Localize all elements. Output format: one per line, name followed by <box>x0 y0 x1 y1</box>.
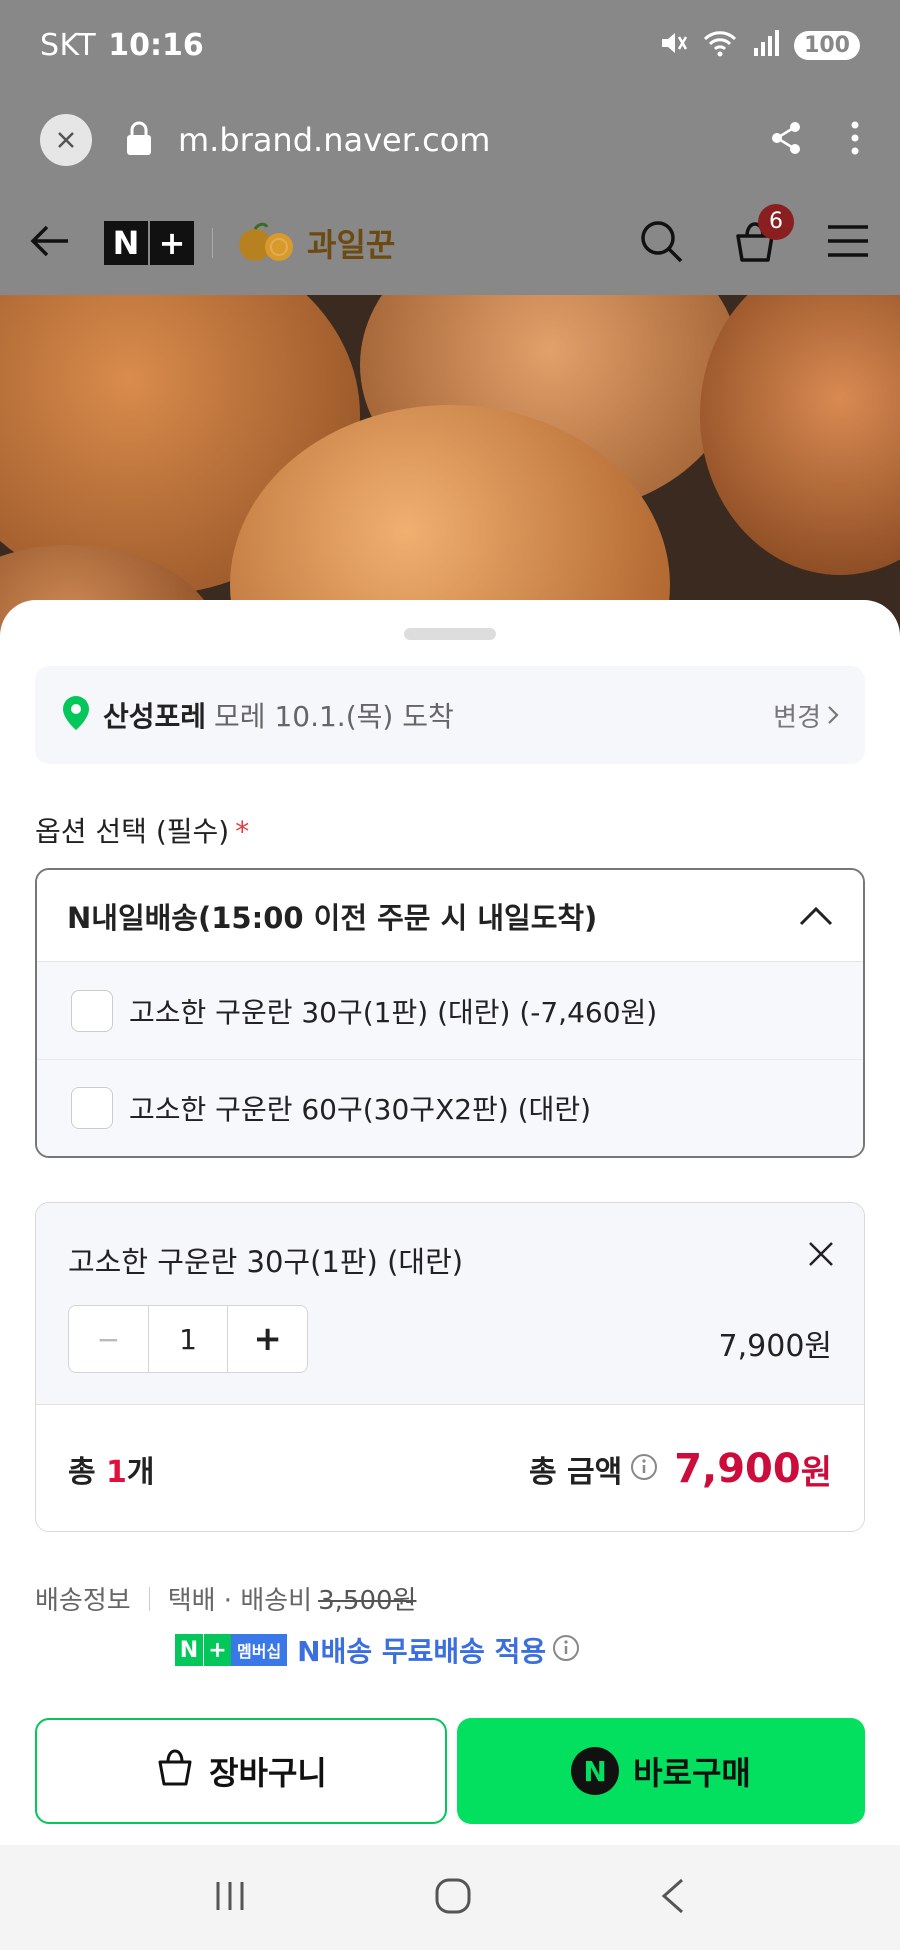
selected-option-card: 고소한 구운란 30구(1판) (대란) − 1 + 7,900원 총 1개 총… <box>35 1202 865 1532</box>
sheet-drag-handle[interactable] <box>404 628 496 640</box>
wifi-icon <box>702 28 738 62</box>
delivery-address-box: 산성포레 모레 10.1.(목) 도착 변경 <box>35 666 865 764</box>
status-bar: SKT 10:16 100 <box>0 0 900 90</box>
cart-button[interactable]: 6 <box>732 203 794 268</box>
nplus-logo-plus: + <box>150 220 194 265</box>
quantity-stepper: − 1 + <box>68 1305 308 1373</box>
clock: 10:16 <box>108 27 204 63</box>
product-hero-image <box>0 295 900 640</box>
site-header: N + 과일꾼 6 <box>0 190 900 295</box>
option-bottom-sheet: 산성포레 모레 10.1.(목) 도착 변경 옵션 선택 (필수) * N내일배송… <box>0 600 900 1845</box>
minus-icon: − <box>96 1322 121 1356</box>
action-buttons: 장바구니 N 바로구매 <box>35 1718 865 1824</box>
background-overlay[interactable]: SKT 10:16 100 m.brand.naver.com N + 과일꾼 … <box>0 0 900 640</box>
info-icon[interactable] <box>552 1634 580 1666</box>
dropdown-title: N내일배송(15:00 이전 주문 시 내일도착) <box>67 900 598 935</box>
search-icon[interactable] <box>638 218 684 268</box>
shipping-divider <box>148 1586 150 1611</box>
decrease-quantity-button[interactable]: − <box>69 1306 148 1372</box>
more-menu-icon[interactable] <box>850 120 860 160</box>
cart-button-label: 장바구니 <box>209 1754 327 1792</box>
total-amount-label: 총 금액 <box>528 1455 623 1490</box>
selected-option-details: 고소한 구운란 30구(1판) (대란) − 1 + 7,900원 <box>36 1203 864 1405</box>
chevron-right-icon <box>828 706 839 724</box>
location-pin-icon <box>61 694 91 736</box>
egg-shape <box>700 295 900 575</box>
option-label: 고소한 구운란 60구(30구X2판) (대란) <box>129 1093 592 1126</box>
increase-quantity-button[interactable]: + <box>227 1306 307 1372</box>
total-amount-currency: 원 <box>800 1452 832 1493</box>
required-mark: * <box>235 815 250 848</box>
remove-option-close-icon[interactable] <box>808 1241 834 1271</box>
url-text[interactable]: m.brand.naver.com <box>178 121 490 159</box>
option-checkbox[interactable] <box>71 1087 113 1129</box>
option-checkbox[interactable] <box>71 989 113 1032</box>
selected-option-price: 7,900원 <box>718 1329 832 1364</box>
shipping-method: 택배 · 배송비 <box>167 1586 313 1616</box>
fruit-logo-icon <box>231 219 303 267</box>
change-address-button[interactable]: 변경 <box>773 697 839 734</box>
back-icon[interactable] <box>658 1876 688 1920</box>
membership-badge-label: 멤버십 <box>231 1634 288 1666</box>
browser-url-bar: m.brand.naver.com <box>0 90 900 190</box>
back-arrow-icon[interactable] <box>30 224 70 262</box>
delivery-location: 산성포레 <box>103 700 207 733</box>
carrier-label: SKT <box>40 27 97 63</box>
quantity-value[interactable]: 1 <box>147 1306 228 1372</box>
nplus-logo[interactable]: N + <box>104 220 194 265</box>
naverpay-n-icon: N <box>571 1747 620 1795</box>
total-amount-value: 7,900 <box>674 1446 801 1492</box>
option-label: 고소한 구운란 30구(1판) (대란) (-7,460원) <box>129 995 658 1029</box>
free-shipping-text: N배송 무료배송 적용 <box>297 1635 547 1668</box>
shopping-bag-icon <box>155 1747 195 1795</box>
option-item[interactable]: 고소한 구운란 30구(1판) (대란) (-7,460원) <box>37 962 863 1059</box>
option-dropdown: N내일배송(15:00 이전 주문 시 내일도착) 고소한 구운란 30구(1판… <box>35 868 865 1158</box>
brand-name: 과일꾼 <box>307 225 396 264</box>
total-count-prefix: 총 <box>68 1455 107 1490</box>
selected-option-name: 고소한 구운란 30구(1판) (대란) <box>68 1245 464 1279</box>
mute-icon <box>658 28 688 62</box>
option-item[interactable]: 고소한 구운란 60구(30구X2판) (대란) <box>37 1059 863 1156</box>
total-count: 총 1개 <box>68 1447 155 1491</box>
battery-indicator: 100 <box>794 30 860 60</box>
delivery-date: 모레 10.1.(목) 도착 <box>214 700 454 733</box>
total-summary: 총 1개 총 금액 7,900 원 <box>36 1405 864 1531</box>
shipping-info: 배송정보 택배 · 배송비 3,500원 <box>35 1580 416 1617</box>
lock-icon <box>124 119 154 161</box>
change-label: 변경 <box>773 702 821 733</box>
nplus-membership-badge: N + 멤버십 <box>175 1634 288 1666</box>
shipping-label: 배송정보 <box>35 1586 131 1616</box>
buy-now-button[interactable]: N 바로구매 <box>457 1718 865 1824</box>
membership-free-shipping: N + 멤버십 N배송 무료배송 적용 <box>175 1630 580 1670</box>
recent-apps-icon[interactable] <box>212 1878 248 1918</box>
home-icon[interactable] <box>433 1876 473 1920</box>
total-count-number: 1 <box>106 1455 127 1490</box>
signal-icon <box>752 28 780 62</box>
chevron-up-icon <box>799 899 833 933</box>
hamburger-menu-icon[interactable] <box>826 224 870 262</box>
share-icon[interactable] <box>768 120 804 160</box>
plus-icon: + <box>253 1319 282 1359</box>
add-to-cart-button[interactable]: 장바구니 <box>35 1718 447 1824</box>
dropdown-header[interactable]: N내일배송(15:00 이전 주문 시 내일도착) <box>37 870 863 962</box>
close-tab-button[interactable] <box>40 114 92 166</box>
info-icon[interactable] <box>630 1453 658 1485</box>
nplus-logo-n: N <box>104 220 148 265</box>
total-count-suffix: 개 <box>126 1455 155 1490</box>
membership-badge-plus: + <box>203 1634 231 1666</box>
membership-badge-n: N <box>175 1634 203 1666</box>
system-navigation-bar <box>0 1845 900 1950</box>
option-label-text: 옵션 선택 (필수) <box>35 815 230 848</box>
option-section-label: 옵션 선택 (필수) * <box>35 810 249 850</box>
header-divider <box>212 227 213 258</box>
buy-button-label: 바로구매 <box>633 1754 751 1792</box>
cart-count-badge: 6 <box>758 203 794 240</box>
brand-logo[interactable]: 과일꾼 <box>231 219 395 267</box>
original-shipping-fee: 3,500원 <box>318 1586 417 1616</box>
